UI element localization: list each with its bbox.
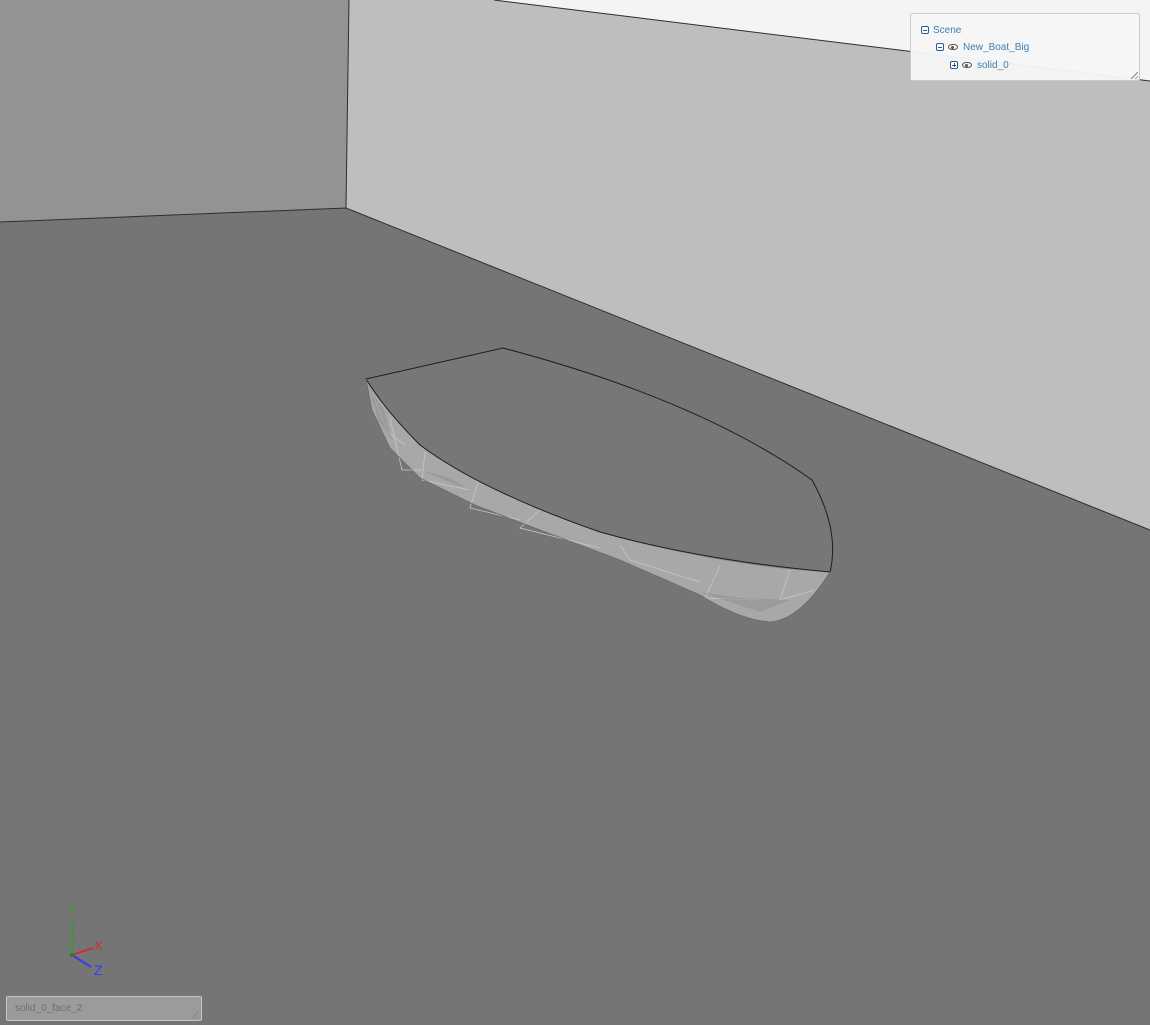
x-axis-label: X — [94, 938, 103, 953]
collapse-icon[interactable] — [921, 26, 929, 34]
collapse-icon[interactable] — [936, 43, 944, 51]
tree-label-solid-0[interactable]: solid_0 — [977, 60, 1009, 71]
origin-dot — [70, 953, 74, 957]
3d-viewport[interactable] — [0, 0, 1150, 1025]
y-axis-label: Y — [68, 903, 77, 918]
expand-icon[interactable] — [950, 61, 958, 69]
tree-row-new-boat-big[interactable]: New_Boat_Big — [936, 40, 1029, 54]
y-axis-line — [71, 921, 74, 956]
x-axis-line — [71, 947, 94, 956]
selection-status-field[interactable]: solid_0_face_2 — [6, 996, 202, 1021]
tree-row-scene[interactable]: Scene — [921, 23, 961, 37]
left-wall — [0, 0, 349, 222]
z-axis-line — [71, 954, 92, 968]
selection-label: solid_0_face_2 — [15, 1003, 83, 1014]
tree-row-solid-0[interactable]: solid_0 — [950, 58, 1009, 72]
tree-label-new-boat-big[interactable]: New_Boat_Big — [963, 42, 1029, 53]
eye-icon[interactable] — [948, 44, 958, 50]
resize-grip-icon[interactable] — [192, 1011, 199, 1018]
resize-grip-icon[interactable] — [1131, 72, 1138, 79]
scene-tree-panel[interactable]: Scene New_Boat_Big solid_0 — [910, 13, 1140, 81]
tree-label-scene[interactable]: Scene — [933, 25, 961, 36]
scene-canvas[interactable] — [0, 0, 1150, 1025]
axes-gizmo: Y X Z — [55, 895, 125, 990]
z-axis-label: Z — [94, 962, 103, 978]
eye-icon[interactable] — [962, 62, 972, 68]
